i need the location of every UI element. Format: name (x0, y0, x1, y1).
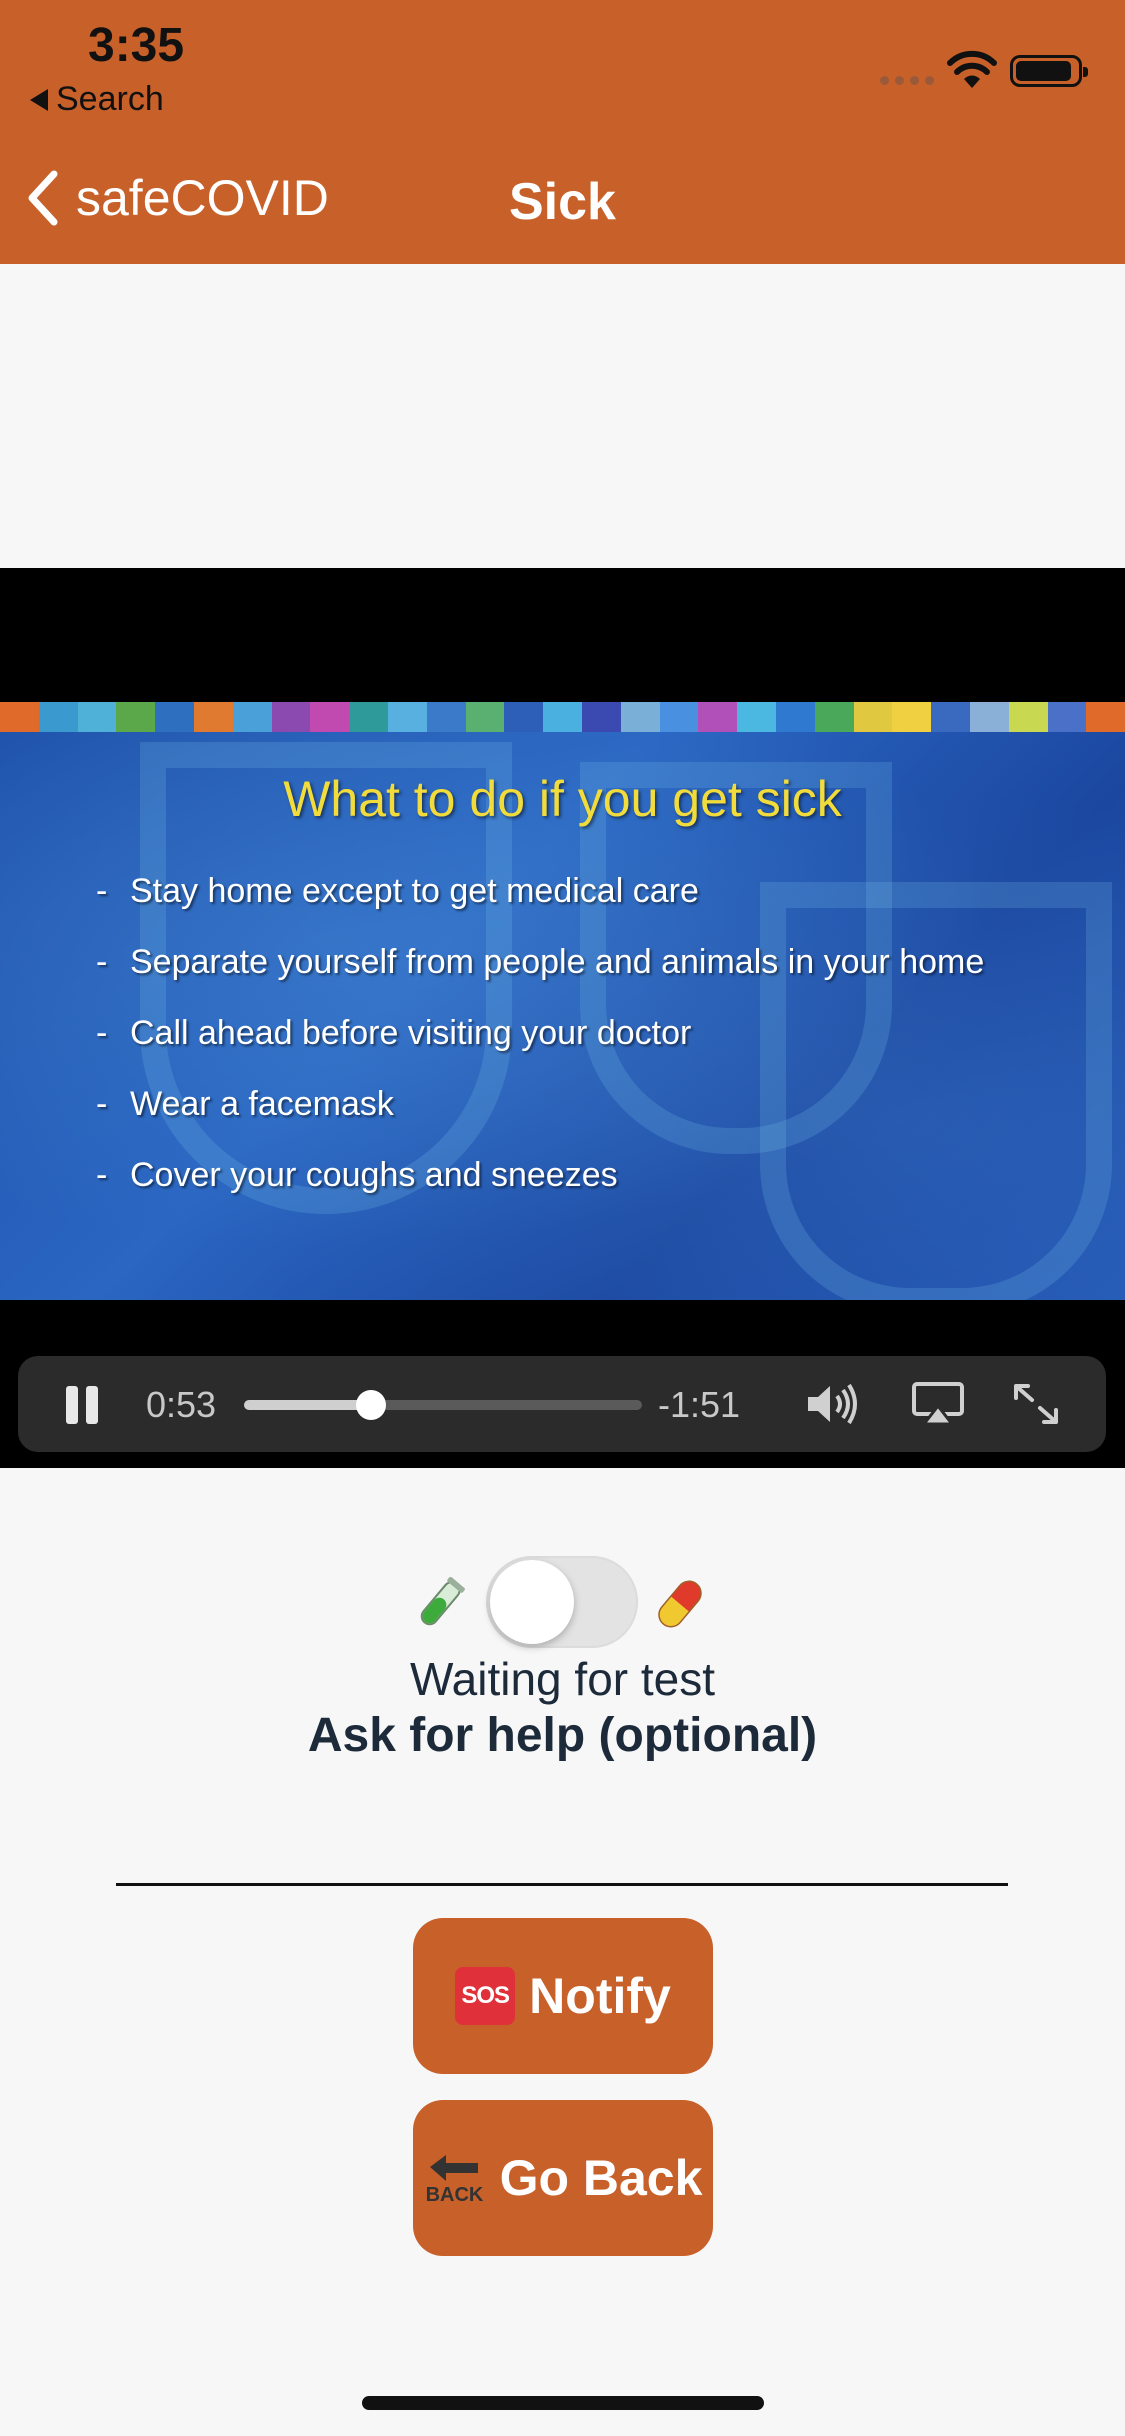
scrub-thumb[interactable] (356, 1390, 387, 1420)
slide-title: What to do if you get sick (283, 771, 842, 827)
test-status-toggle-row (0, 1556, 1125, 1652)
color-strip-cell (387, 702, 427, 732)
color-strip-cell (581, 702, 621, 732)
status-back-label: Search (56, 80, 164, 118)
status-time: 3:35 (88, 19, 185, 72)
color-strip-cell (659, 702, 699, 732)
color-strip-cell (892, 702, 932, 732)
color-strip-cell (232, 702, 272, 732)
slide-bullet: - Separate yourself from people and anima… (96, 943, 985, 981)
page-title: Sick (509, 173, 616, 231)
color-strip-cell (38, 702, 78, 732)
status-back-to-app[interactable]: Search (30, 80, 164, 119)
notify-label: Notify (529, 1968, 671, 2024)
volume-icon[interactable] (800, 1378, 860, 1430)
playback-controls: 0:53 -1:51 (18, 1356, 1106, 1452)
help-heading: Ask for help (optional) (307, 1709, 818, 1762)
home-indicator[interactable] (362, 2396, 764, 2410)
color-strip-cell (504, 702, 544, 732)
test-status-text: Waiting for test (409, 1653, 716, 1705)
switch-knob (490, 1560, 574, 1644)
color-strip-cell (1008, 702, 1048, 732)
back-triangle-icon (30, 88, 48, 111)
elapsed-time: 0:53 (146, 1384, 217, 1425)
go-back-label: Go Back (499, 2150, 703, 2206)
scrub-progress (244, 1400, 372, 1410)
pause-button[interactable] (62, 1386, 100, 1424)
color-strip-cell (193, 702, 233, 732)
color-strip-cell (814, 702, 854, 732)
slide-bullet-list: - Stay home except to get medical care -S… (96, 872, 984, 1227)
back-arrow-icon: BACK (424, 2147, 486, 2209)
video-frame: What to do if you get sick - Stay home ex… (0, 702, 1125, 1300)
test-tube-icon (420, 1576, 465, 1626)
decorative-color-strip (0, 702, 1125, 732)
slide-bullet: - Stay home except to get medical care (96, 872, 699, 910)
cellular-signal-icon (880, 76, 934, 85)
video-player[interactable]: What to do if you get sick - Stay home ex… (0, 568, 1125, 1468)
color-strip-cell (698, 702, 738, 732)
battery-icon (1010, 55, 1088, 87)
test-status-switch[interactable] (486, 1556, 638, 1648)
color-strip-cell (155, 702, 194, 732)
color-strip-cell (77, 702, 117, 732)
notify-button[interactable]: SOS Notify (413, 1918, 713, 2074)
fullscreen-icon[interactable] (1006, 1378, 1066, 1430)
color-strip-cell (0, 702, 39, 732)
color-strip-cell (931, 702, 970, 732)
airplay-icon[interactable] (908, 1378, 968, 1430)
app-header: 3:35 Search safeCOVID Sick (0, 0, 1125, 264)
slide-bullet: - Wear a facemask (96, 1085, 394, 1123)
color-strip-cell (853, 702, 893, 732)
color-strip-cell (426, 702, 466, 732)
wifi-icon (947, 50, 997, 88)
pill-icon (658, 1580, 702, 1628)
color-strip-cell (465, 702, 505, 732)
color-strip-cell (1047, 702, 1087, 732)
color-strip-cell (116, 702, 156, 732)
color-strip-cell (349, 702, 388, 732)
remaining-time: -1:51 (658, 1384, 741, 1425)
sos-icon: SOS (455, 1967, 516, 2025)
color-strip-cell (620, 702, 660, 732)
color-strip-cell (775, 702, 815, 732)
slide-bullet: - Call ahead before visiting your doctor (96, 1014, 692, 1052)
go-back-button[interactable]: BACK Go Back (413, 2100, 713, 2256)
color-strip-cell (1086, 702, 1125, 732)
color-strip-cell (543, 702, 582, 732)
scrub-bar[interactable] (244, 1390, 642, 1420)
color-strip-cell (969, 702, 1009, 732)
help-message-input[interactable] (116, 1820, 1008, 1886)
color-strip-cell (271, 702, 311, 732)
slide-bullet: - Cover your coughs and sneezes (96, 1156, 618, 1194)
color-strip-cell (737, 702, 776, 732)
color-strip-cell (310, 702, 350, 732)
